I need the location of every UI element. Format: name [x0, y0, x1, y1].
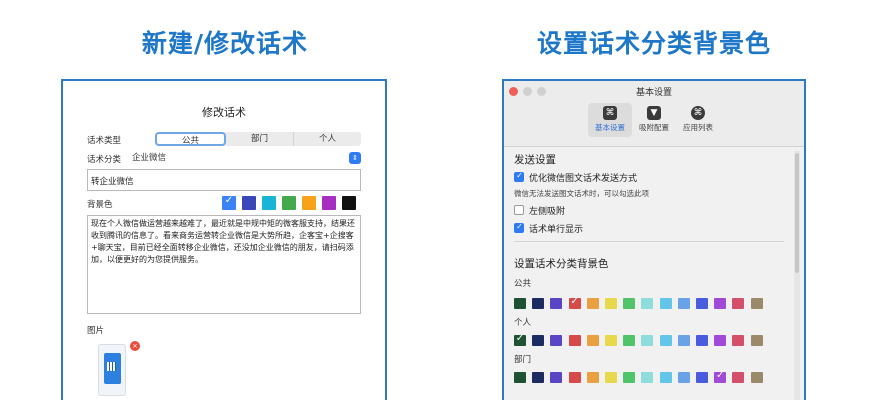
vertical-scrollbar[interactable]	[794, 151, 800, 400]
palette-swatch[interactable]	[568, 296, 581, 309]
palette-swatch[interactable]	[659, 372, 672, 383]
palette-swatch[interactable]	[677, 372, 690, 383]
tab-basic-settings[interactable]: ⌘ 基本设置	[588, 103, 632, 137]
palette-swatch[interactable]	[714, 370, 727, 383]
palette-swatch[interactable]	[696, 335, 708, 346]
type-option-public[interactable]: 公共	[155, 132, 226, 146]
palette-swatch[interactable]	[550, 335, 563, 346]
optimize-send-hint: 微信无法发送图文话术时，可以勾选此项	[514, 189, 649, 198]
palette-swatch[interactable]	[659, 298, 672, 309]
download-icon: ▼	[647, 106, 661, 120]
optimize-send-label: 优化微信图文话术发送方式	[529, 174, 638, 184]
category-select[interactable]: 企业微信	[130, 151, 361, 165]
settings-content: 发送设置 优化微信图文话术发送方式 微信无法发送图文话术时，可以勾选此项 左侧吸…	[504, 148, 804, 400]
palette-swatch[interactable]	[532, 298, 545, 309]
palette-swatch[interactable]	[677, 335, 690, 346]
type-label: 话术类型	[87, 136, 122, 146]
single-line-label: 话术单行显示	[529, 225, 584, 235]
palette-swatch[interactable]	[750, 298, 763, 309]
palette-swatch[interactable]	[586, 372, 599, 383]
tab-label: 基本设置	[595, 123, 625, 132]
palette-swatch[interactable]	[641, 335, 654, 346]
image-label: 图片	[87, 326, 105, 336]
qr-image-thumbnail[interactable]	[98, 344, 126, 396]
type-option-department[interactable]: 部门	[226, 132, 294, 146]
right-heading: 设置话术分类背景色	[536, 29, 771, 58]
type-segmented-control: 公共 部门 个人	[155, 132, 361, 146]
palette-swatch[interactable]	[568, 335, 581, 346]
group-label-personal: 个人	[514, 318, 532, 328]
bg-color-settings-title: 设置话术分类背景色	[514, 258, 609, 270]
palette-swatch[interactable]	[586, 335, 599, 346]
palette-swatch[interactable]	[623, 298, 636, 309]
palette-swatch[interactable]	[623, 372, 636, 383]
palette-swatch[interactable]	[550, 372, 563, 383]
qr-code-icon	[107, 362, 116, 371]
palette-swatch[interactable]	[550, 298, 563, 309]
script-title-input[interactable]: 转企业微信	[87, 169, 361, 191]
palette-swatch[interactable]	[750, 372, 763, 383]
palette-swatch[interactable]	[641, 298, 654, 309]
palette-swatch[interactable]	[586, 298, 599, 309]
window-titlebar: 基本设置 ⌘ 基本设置 ▼ 吸附配置 ⌘ 应用列表	[504, 81, 804, 147]
palette-swatch[interactable]	[732, 372, 745, 383]
left-dock-checkbox[interactable]	[514, 205, 524, 215]
chevron-updown-icon[interactable]: ⇕	[349, 152, 361, 164]
scrollbar-thumb[interactable]	[795, 153, 799, 273]
remove-image-icon[interactable]: ×	[130, 341, 140, 351]
bg-color-swatch[interactable]	[222, 195, 236, 210]
palette-swatch[interactable]	[605, 372, 617, 383]
bg-color-label: 背景色	[87, 200, 113, 210]
palette-swatch[interactable]	[732, 298, 745, 309]
bg-color-swatch[interactable]	[322, 196, 336, 210]
palette-swatch[interactable]	[750, 335, 763, 346]
left-heading: 新建/修改话术	[141, 29, 309, 58]
section-divider	[514, 241, 784, 242]
window-title: 基本设置	[635, 88, 672, 98]
page: 新建/修改话术 设置话术分类背景色 修改话术 话术类型 公共 部门 个人 话术分…	[0, 0, 889, 400]
send-settings-title: 发送设置	[514, 154, 556, 166]
tab-app-list[interactable]: ⌘ 应用列表	[676, 103, 720, 137]
category-label: 话术分类	[87, 155, 122, 165]
palette-swatch[interactable]	[714, 298, 727, 309]
bg-color-swatch[interactable]	[282, 196, 296, 210]
tab-label: 吸附配置	[639, 123, 669, 132]
basic-settings-window: 基本设置 ⌘ 基本设置 ▼ 吸附配置 ⌘ 应用列表 发送设置 优化微信图文话术发…	[502, 79, 806, 400]
palette-swatch[interactable]	[732, 335, 745, 346]
palette-swatch[interactable]	[532, 335, 545, 346]
palette-swatch[interactable]	[514, 333, 526, 346]
palette-swatch[interactable]	[514, 298, 526, 309]
palette-swatch[interactable]	[514, 372, 526, 383]
edit-script-dialog: 修改话术 话术类型 公共 部门 个人 话术分类 企业微信 ⇕ 转企业微信 背景色…	[61, 79, 387, 400]
left-dock-label: 左侧吸附	[529, 207, 566, 217]
palette-swatch[interactable]	[605, 298, 617, 309]
palette-swatch[interactable]	[605, 335, 617, 346]
script-body-textarea[interactable]: 现在个人微信做运营越来越难了，最近就是中规中矩的微客服支持，结果还收到腾讯的信息…	[87, 215, 361, 314]
palette-swatch[interactable]	[532, 372, 545, 383]
group-label-department: 部门	[514, 355, 532, 365]
palette-swatch[interactable]	[696, 372, 708, 383]
palette-swatch[interactable]	[641, 372, 654, 383]
single-line-checkbox[interactable]	[514, 222, 524, 233]
palette-swatch[interactable]	[714, 335, 727, 346]
palette-swatch[interactable]	[696, 298, 708, 309]
palette-swatch[interactable]	[623, 335, 636, 346]
bg-color-swatch[interactable]	[242, 196, 256, 210]
optimize-send-checkbox[interactable]	[514, 171, 524, 182]
apps-icon: ⌘	[691, 106, 705, 120]
command-icon: ⌘	[603, 106, 617, 120]
bg-color-swatch[interactable]	[342, 196, 356, 210]
bg-color-swatch[interactable]	[262, 196, 276, 210]
dialog-title: 修改话术	[202, 106, 246, 119]
type-option-personal[interactable]: 个人	[294, 132, 361, 146]
bg-color-swatch[interactable]	[302, 196, 316, 210]
palette-swatch[interactable]	[677, 298, 690, 309]
tab-label: 应用列表	[683, 123, 713, 132]
tab-dock-config[interactable]: ▼ 吸附配置	[632, 103, 676, 137]
palette-swatch[interactable]	[659, 335, 672, 346]
palette-swatch[interactable]	[568, 372, 581, 383]
group-label-public: 公共	[514, 279, 532, 289]
